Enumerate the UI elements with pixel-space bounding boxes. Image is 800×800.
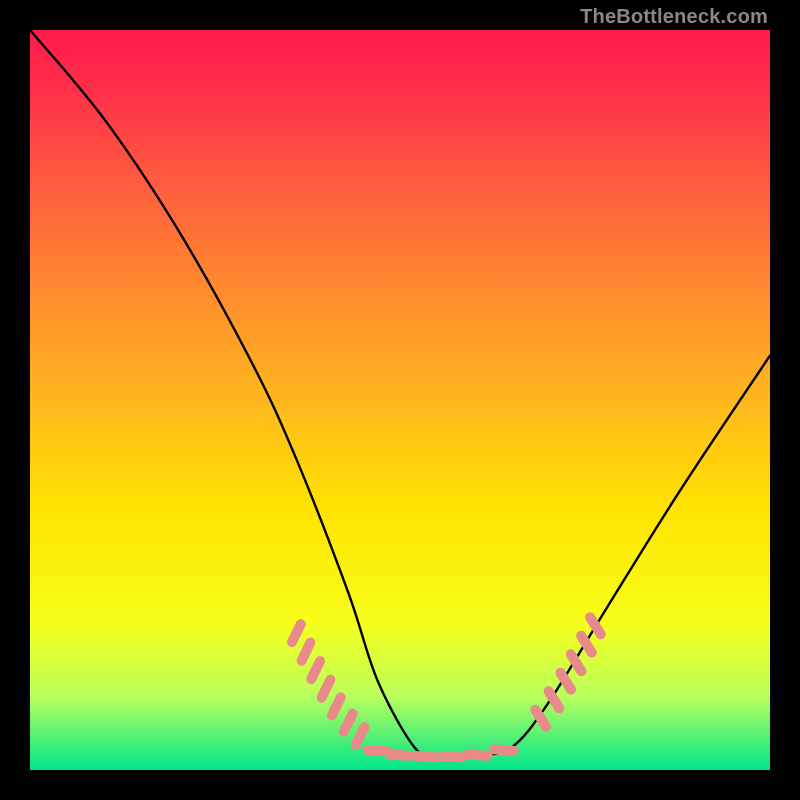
marker-bottom bbox=[494, 749, 514, 750]
chart-svg bbox=[30, 30, 770, 770]
marker-left bbox=[292, 624, 301, 642]
marker-bottom bbox=[442, 756, 462, 757]
marker-left bbox=[332, 697, 341, 715]
marker-left bbox=[311, 661, 320, 679]
marker-bottom bbox=[416, 756, 436, 757]
data-markers bbox=[292, 617, 601, 757]
marker-right bbox=[535, 710, 546, 727]
marker-bottom bbox=[468, 755, 488, 756]
marker-left bbox=[322, 680, 331, 698]
marker-left bbox=[344, 714, 353, 732]
marker-bottom bbox=[390, 755, 410, 756]
outer-frame: TheBottleneck.com bbox=[0, 0, 800, 800]
marker-bottom bbox=[368, 750, 388, 751]
marker-right bbox=[571, 654, 582, 671]
marker-right bbox=[549, 691, 560, 708]
watermark-text: TheBottleneck.com bbox=[580, 6, 768, 29]
marker-right bbox=[581, 636, 592, 653]
marker-right bbox=[560, 673, 571, 690]
bottleneck-curve bbox=[30, 30, 770, 756]
plot-area bbox=[30, 30, 770, 770]
marker-left bbox=[356, 727, 365, 745]
marker-left bbox=[302, 643, 311, 661]
